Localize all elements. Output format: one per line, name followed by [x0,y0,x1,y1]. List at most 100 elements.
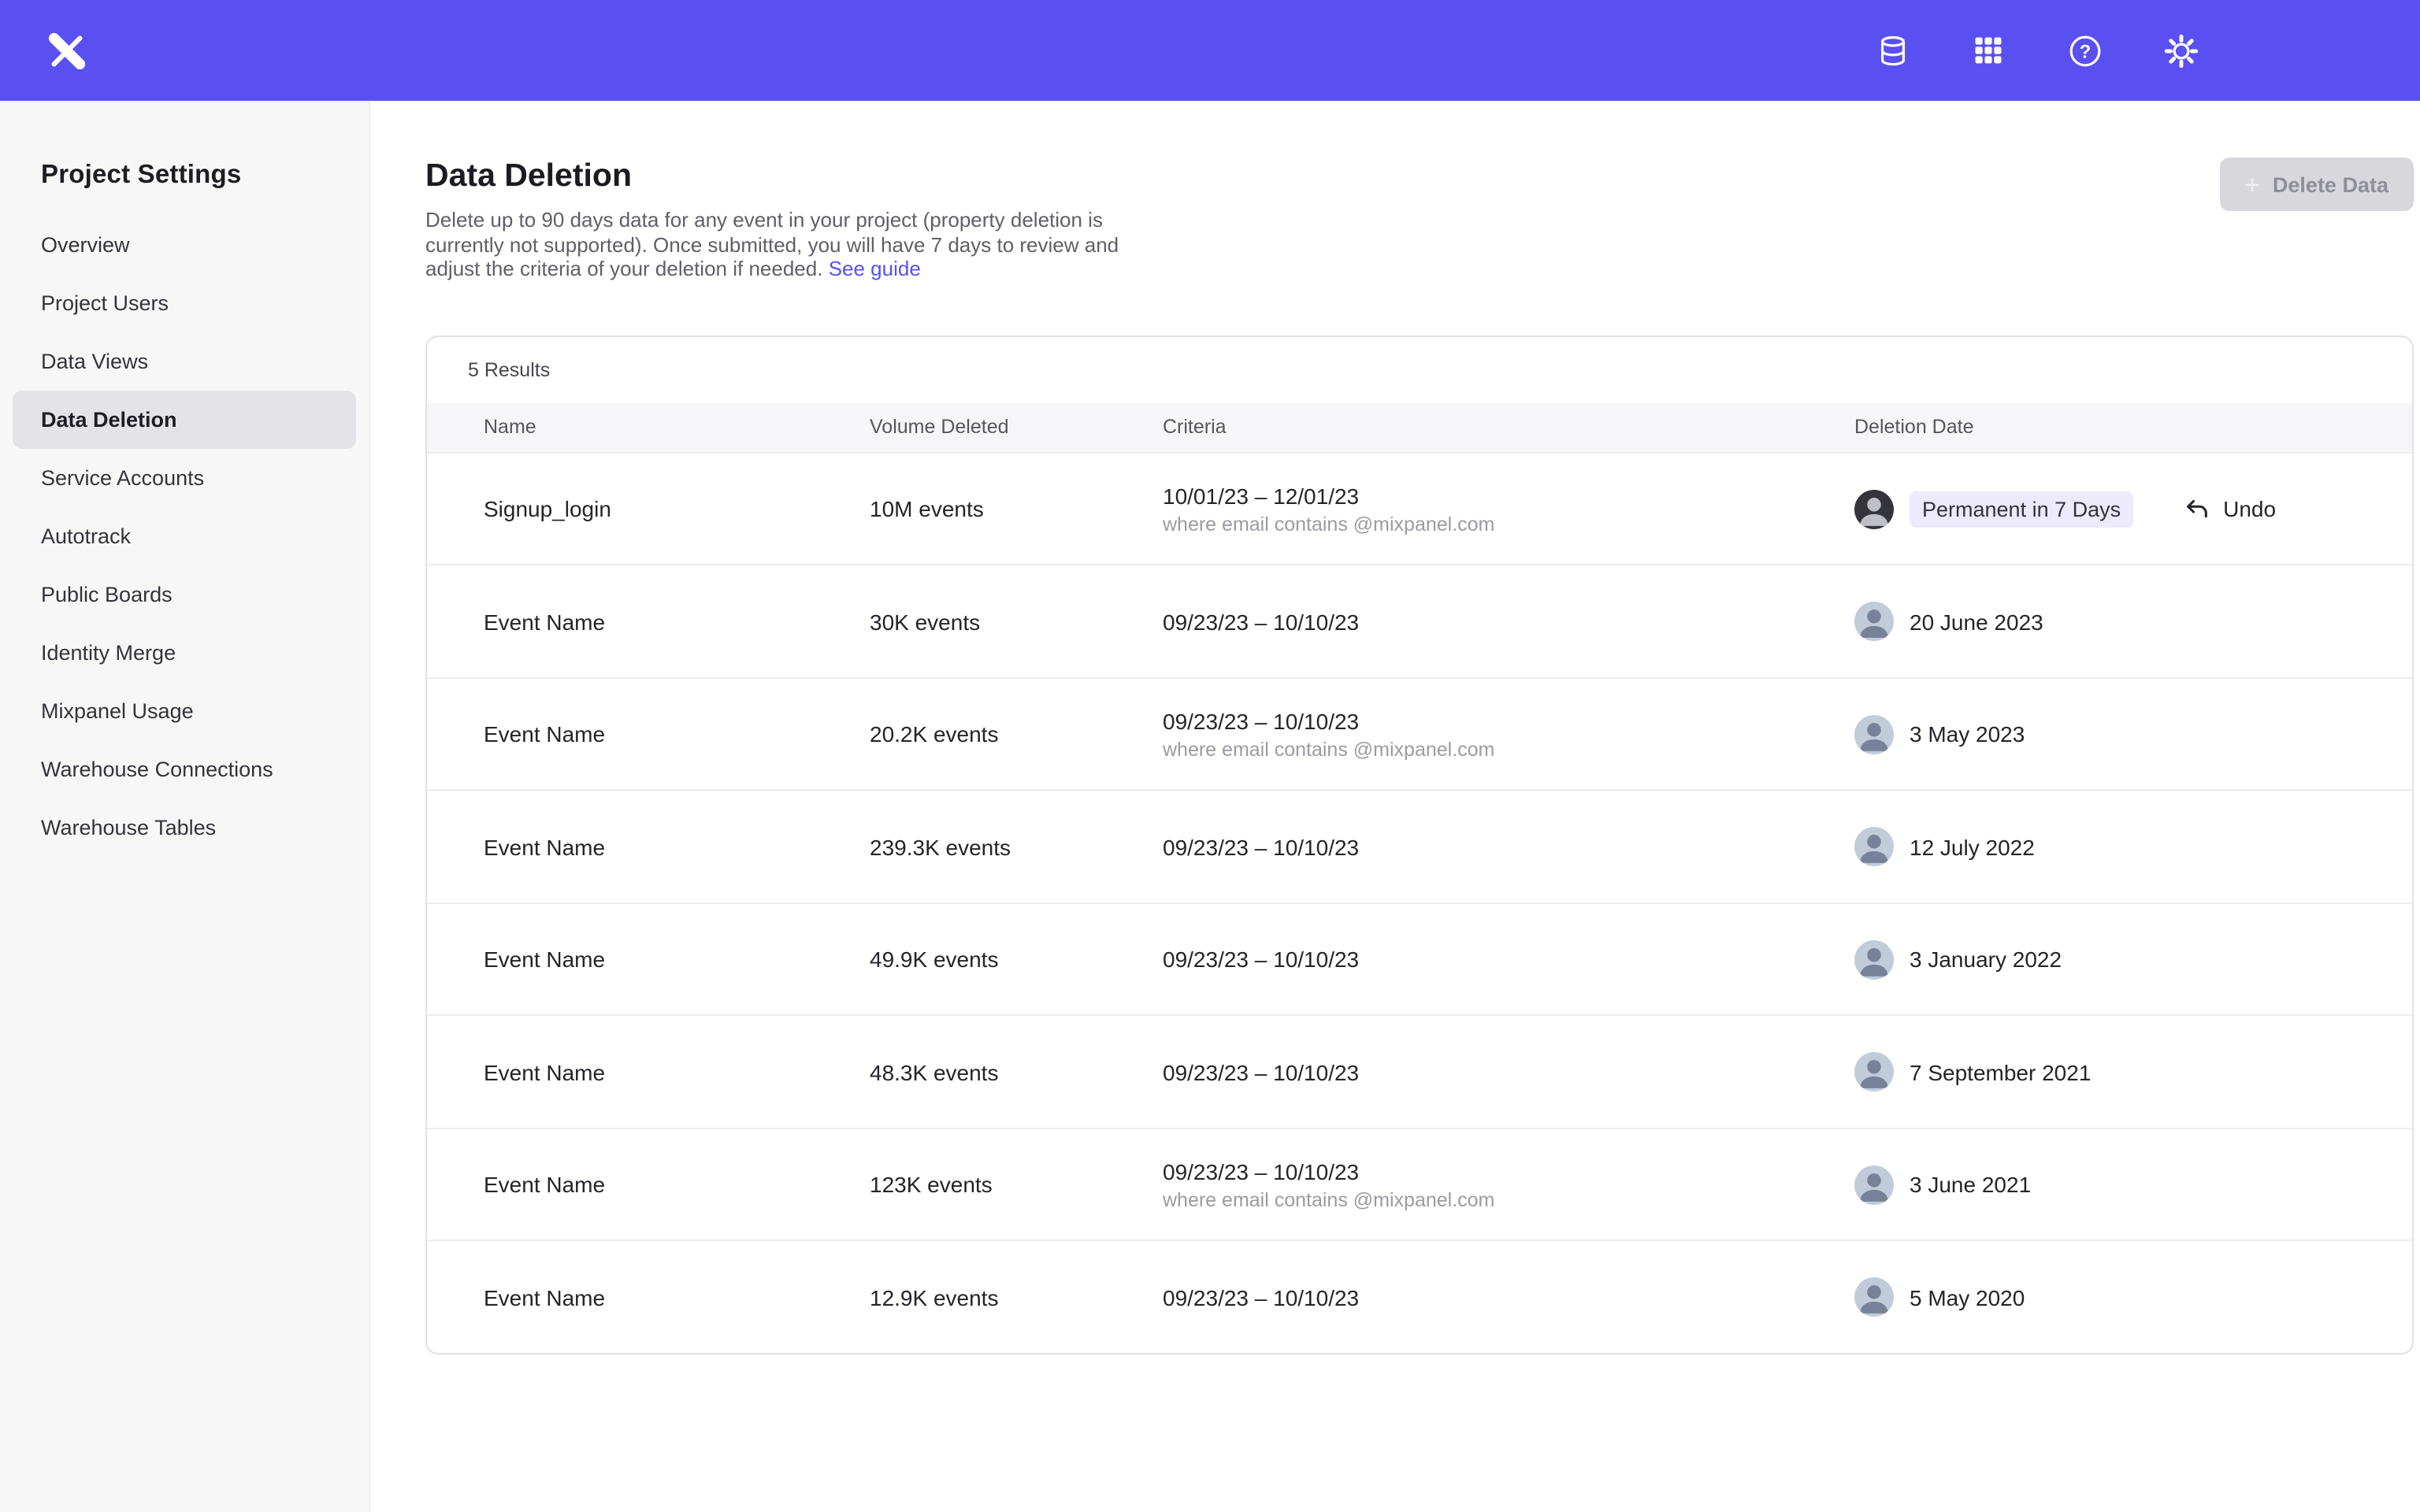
row-name: Event Name [484,1172,870,1197]
row-criteria-cell: 09/23/23 – 10/10/23 [1163,834,1854,859]
row-deletion-cell: 20 June 2023 [1854,602,2412,641]
sidebar-item-label: Data Deletion [41,408,177,432]
apps-grid-icon[interactable] [1969,32,2007,69]
sidebar-item-label: Overview [41,233,130,257]
user-avatar-icon [1854,489,1894,528]
data-management-icon[interactable] [1873,32,1911,69]
svg-text:?: ? [2079,40,2091,61]
sidebar-item-label: Warehouse Connections [41,758,273,781]
row-volume: 12.9K events [870,1284,1163,1310]
delete-data-button[interactable]: + Delete Data [2219,158,2414,211]
sidebar-item-label: Data Views [41,350,148,373]
row-criteria: 09/23/23 – 10/10/23 [1163,609,1854,634]
deletion-date: 20 June 2023 [1910,609,2043,634]
page-header: Data Deletion Delete up to 90 days data … [425,158,2414,282]
user-avatar-icon [1854,1052,1894,1091]
row-volume: 49.9K events [870,947,1163,972]
deletion-date: 12 July 2022 [1910,834,2035,859]
deletion-date: 7 September 2021 [1910,1059,2091,1084]
user-avatar-icon [1854,827,1894,866]
sidebar-title: Project Settings [41,161,369,191]
row-criteria: 09/23/23 – 10/10/23 [1163,834,1854,859]
row-criteria-sub: where email contains @mixpanel.com [1163,1188,1854,1210]
row-name: Event Name [484,834,870,859]
column-header: Name [484,417,870,439]
undo-icon [2184,495,2210,522]
description-text: Delete up to 90 days data for any event … [425,208,1119,280]
row-deletion-cell: 3 June 2021 [1854,1165,2412,1204]
sidebar-item-data-views[interactable]: Data Views [13,332,356,391]
help-icon[interactable]: ? [2066,32,2103,69]
sidebar-item-warehouse-tables[interactable]: Warehouse Tables [13,799,356,857]
sidebar-item-public-boards[interactable]: Public Boards [13,565,356,624]
table-row: Event Name 20.2K events 09/23/23 – 10/10… [427,677,2412,790]
sidebar-item-service-accounts[interactable]: Service Accounts [13,449,356,507]
sidebar-item-mixpanel-usage[interactable]: Mixpanel Usage [13,682,356,740]
row-volume: 239.3K events [870,834,1163,859]
row-deletion-cell: 3 May 2023 [1854,714,2412,754]
deletion-date: 3 January 2022 [1910,947,2062,972]
column-header: Volume Deleted [870,417,1163,439]
sidebar-item-identity-merge[interactable]: Identity Merge [13,624,356,682]
row-deletion-cell: 5 May 2020 [1854,1277,2412,1317]
page-description: Delete up to 90 days data for any event … [425,208,1126,282]
table-row: Signup_login 10M events 10/01/23 – 12/01… [427,452,2412,565]
see-guide-link[interactable]: See guide [829,257,921,280]
column-header: Deletion Date [1854,417,2412,439]
delete-data-label: Delete Data [2273,172,2388,196]
row-criteria: 09/23/23 – 10/10/23 [1163,1284,1854,1310]
row-criteria-cell: 09/23/23 – 10/10/23 where email contains… [1163,708,1854,760]
sidebar-item-label: Identity Merge [41,641,176,665]
sidebar-item-warehouse-connections[interactable]: Warehouse Connections [13,740,356,799]
row-criteria-sub: where email contains @mixpanel.com [1163,738,1854,760]
table-row: Event Name 30K events 09/23/23 – 10/10/2… [427,565,2412,677]
row-criteria: 10/01/23 – 12/01/23 [1163,483,1854,508]
row-criteria-sub: where email contains @mixpanel.com [1163,513,1854,535]
undo-button[interactable]: Undo [2184,495,2276,522]
sidebar-item-project-users[interactable]: Project Users [13,274,356,332]
row-criteria-cell: 09/23/23 – 10/10/23 where email contains… [1163,1158,1854,1210]
table-row: Event Name 49.9K events 09/23/23 – 10/10… [427,902,2412,1015]
row-name: Event Name [484,609,870,634]
row-deletion-cell: 3 January 2022 [1854,939,2412,979]
sidebar-item-autotrack[interactable]: Autotrack [13,507,356,565]
page-title: Data Deletion [425,158,1126,195]
deletion-date: 5 May 2020 [1910,1284,2025,1310]
row-deletion-cell: 7 September 2021 [1854,1052,2412,1091]
row-criteria-cell: 10/01/23 – 12/01/23 where email contains… [1163,483,1854,535]
sidebar-item-data-deletion[interactable]: Data Deletion [13,391,356,449]
user-avatar-icon [1854,714,1894,754]
app: ? Project Settings Overview Proj [0,0,2420,1512]
row-name: Event Name [484,1284,870,1310]
table-header-row: NameVolume DeletedCriteriaDeletion Date [427,403,2412,452]
sidebar-nav: Overview Project Users Data Views Data D… [0,216,369,857]
plus-icon: + [2244,171,2260,198]
sidebar-item-label: Project Users [41,291,169,315]
undo-label: Undo [2223,496,2276,521]
row-name: Event Name [484,947,870,972]
row-name: Signup_login [484,496,870,521]
row-deletion-cell: Permanent in 7 Days Undo [1854,489,2412,528]
sidebar-item-label: Autotrack [41,524,131,548]
sidebar-item-label: Mixpanel Usage [41,699,194,723]
sidebar-item-overview[interactable]: Overview [13,216,356,274]
row-volume: 30K events [870,609,1163,634]
user-avatar-icon [1854,939,1894,979]
row-volume: 123K events [870,1172,1163,1197]
table-body: Signup_login 10M events 10/01/23 – 12/01… [427,452,2412,1353]
row-volume: 10M events [870,496,1163,521]
main-content: Data Deletion Delete up to 90 days data … [370,101,2420,1512]
table-row: Event Name 123K events 09/23/23 – 10/10/… [427,1128,2412,1240]
results-count: 5 Results [427,337,2412,403]
mixpanel-logo[interactable] [44,28,88,72]
user-avatar-icon [1854,1277,1894,1317]
table-row: Event Name 239.3K events 09/23/23 – 10/1… [427,790,2412,902]
row-criteria-cell: 09/23/23 – 10/10/23 [1163,947,1854,972]
top-bar: ? [0,0,2420,101]
row-name: Event Name [484,1059,870,1084]
row-criteria-cell: 09/23/23 – 10/10/23 [1163,609,1854,634]
deletion-table-card: 5 Results NameVolume DeletedCriteriaDele… [425,335,2414,1354]
settings-gear-icon[interactable] [2162,32,2199,69]
deletion-date: 3 May 2023 [1910,721,2025,747]
table-row: Event Name 12.9K events 09/23/23 – 10/10… [427,1240,2412,1353]
